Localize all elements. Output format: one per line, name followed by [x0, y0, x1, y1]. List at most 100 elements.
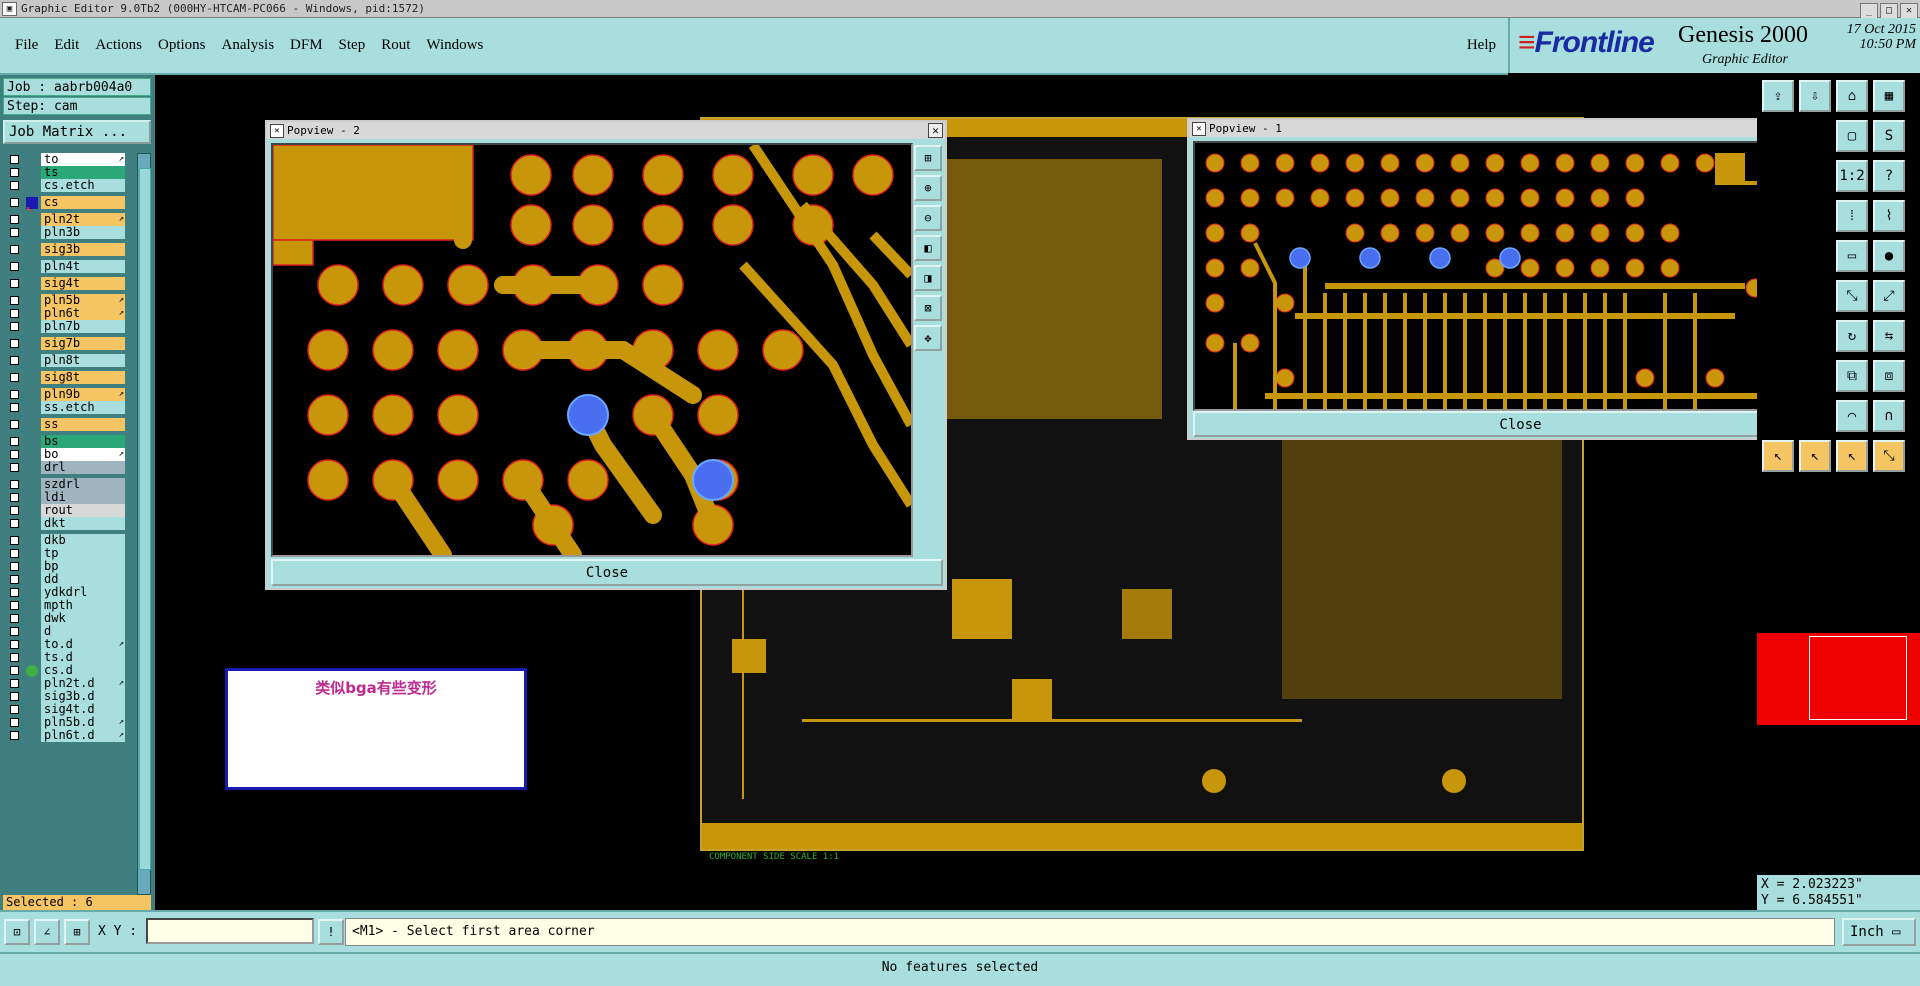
layer-checkbox[interactable]	[10, 666, 19, 675]
layer-checkbox[interactable]	[10, 718, 19, 727]
xy-input[interactable]	[146, 918, 314, 944]
layer-checkbox[interactable]	[10, 403, 19, 412]
layer-checkbox[interactable]	[10, 640, 19, 649]
layer-row[interactable]: pln8t	[3, 354, 133, 368]
grid-icon[interactable]: ▦	[1873, 80, 1905, 112]
layer-row[interactable]: ↖ cs	[3, 196, 133, 215]
layer-checkbox[interactable]	[10, 705, 19, 714]
help-icon[interactable]: ?	[1873, 160, 1905, 192]
layer-name[interactable]: pln4t	[41, 260, 125, 273]
layer-name[interactable]: pln7b	[41, 320, 125, 333]
measure-icon[interactable]: 1:2	[1836, 160, 1868, 192]
layer-checkbox[interactable]	[10, 390, 19, 399]
layer-name[interactable]: dkt	[41, 517, 125, 530]
layer-row[interactable]: sig4t	[3, 277, 133, 291]
duplicate-icon[interactable]: ⧈	[1873, 360, 1905, 392]
layer-checkbox[interactable]	[10, 296, 19, 305]
layer-checkbox[interactable]	[10, 601, 19, 610]
layer-checkbox[interactable]	[10, 731, 19, 740]
layers-icon[interactable]: ▢	[1836, 120, 1868, 152]
layer-row[interactable]: sig3b	[3, 243, 133, 257]
layer-name[interactable]: drl	[41, 461, 125, 474]
rotate-icon[interactable]: ↻	[1836, 320, 1868, 352]
layer-row[interactable]: szdrl	[3, 478, 133, 492]
layer-checkbox[interactable]	[10, 614, 19, 623]
menu-edit[interactable]: Edit	[46, 18, 87, 73]
zoom-area-icon[interactable]: ✥	[914, 325, 942, 351]
zoom-fit-icon[interactable]: ⊞	[914, 145, 942, 171]
layer-scrollbar[interactable]	[137, 153, 151, 895]
layer-row[interactable]: dkt	[3, 517, 133, 531]
popview-2-close-button[interactable]: Close	[271, 559, 943, 586]
layer-row[interactable]: ss.etch	[3, 401, 133, 415]
layer-row[interactable]: rout	[3, 504, 133, 518]
layer-checkbox[interactable]	[10, 519, 19, 528]
layer-row[interactable]: pln7b	[3, 320, 133, 334]
pan-right-icon[interactable]: ◨	[914, 265, 942, 291]
snap-mode-icon[interactable]: ⊡	[4, 919, 30, 945]
layer-name[interactable]: sig7b	[41, 337, 125, 350]
layer-checkbox[interactable]	[10, 493, 19, 502]
connect-icon[interactable]: ⤡	[1836, 280, 1868, 312]
save-icon[interactable]: ⇩	[1799, 80, 1831, 112]
layer-checkbox[interactable]	[10, 506, 19, 515]
layer-name[interactable]: ss	[41, 418, 125, 431]
mirror-icon[interactable]: ⇆	[1873, 320, 1905, 352]
layer-checkbox[interactable]	[10, 536, 19, 545]
layer-name[interactable]: dwk	[41, 612, 125, 625]
layer-row[interactable]: to ↗	[3, 153, 133, 167]
ruler-icon[interactable]: ▭	[1836, 240, 1868, 272]
layer-name[interactable]: cs	[41, 196, 125, 209]
open-icon[interactable]: ⇪	[1762, 80, 1794, 112]
net-icon[interactable]: ⤢	[1873, 280, 1905, 312]
popview-1-close-button[interactable]: Close	[1193, 411, 1848, 437]
arc-icon[interactable]: ⌒	[1836, 400, 1868, 432]
menu-file[interactable]: File	[7, 18, 46, 73]
layer-row[interactable]: drl	[3, 461, 133, 475]
layer-name[interactable]: sig8t	[41, 371, 125, 384]
menu-windows[interactable]: Windows	[418, 18, 491, 73]
layer-name[interactable]: pln3b	[41, 226, 125, 239]
snap-icon[interactable]: S	[1873, 120, 1905, 152]
layer-checkbox[interactable]	[10, 228, 19, 237]
layer-checkbox[interactable]	[10, 679, 19, 688]
popview-2-close-icon[interactable]: ✕	[928, 123, 943, 138]
layer-checkbox[interactable]	[10, 168, 19, 177]
select-pointer-icon[interactable]: ↖	[1762, 440, 1794, 472]
layer-row[interactable]: ss	[3, 418, 133, 432]
layer-name[interactable]: pln8t	[41, 354, 125, 367]
layer-checkbox[interactable]	[10, 420, 19, 429]
menu-actions[interactable]: Actions	[87, 18, 150, 73]
layer-row[interactable]: pln3b	[3, 226, 133, 240]
overview-minimap[interactable]	[1757, 633, 1920, 725]
menu-rout[interactable]: Rout	[373, 18, 418, 73]
layer-checkbox[interactable]	[10, 627, 19, 636]
layer-name[interactable]: ss.etch	[41, 401, 125, 414]
layer-checkbox[interactable]	[10, 549, 19, 558]
layer-checkbox[interactable]	[10, 373, 19, 382]
layer-checkbox[interactable]	[10, 155, 19, 164]
close-window-button[interactable]: ✕	[1900, 3, 1918, 19]
grid-mode-icon[interactable]: ⊞	[64, 919, 90, 945]
scrollbar-thumb[interactable]	[139, 168, 151, 870]
layer-checkbox[interactable]	[10, 279, 19, 288]
layer-checkbox[interactable]	[10, 339, 19, 348]
maximize-button[interactable]: □	[1880, 3, 1898, 19]
layer-checkbox[interactable]	[10, 450, 19, 459]
layer-checkbox[interactable]	[10, 437, 19, 446]
layer-checkbox[interactable]	[10, 262, 19, 271]
layer-name[interactable]: pln6t.d ↗	[41, 729, 125, 742]
minimap-viewport[interactable]	[1809, 636, 1907, 720]
zoom-out-icon[interactable]: ⊖	[914, 205, 942, 231]
pan-left-icon[interactable]: ◧	[914, 235, 942, 261]
zoom-home-icon[interactable]: ⊠	[914, 295, 942, 321]
job-matrix-button[interactable]: Job Matrix ...	[3, 120, 151, 144]
layer-checkbox[interactable]	[10, 356, 19, 365]
pad-icon[interactable]: ●	[1873, 240, 1905, 272]
menu-help[interactable]: Help	[1467, 18, 1508, 73]
layer-checkbox[interactable]	[10, 245, 19, 254]
popview-1-view[interactable]	[1193, 141, 1813, 411]
layer-checkbox[interactable]	[10, 562, 19, 571]
layer-checkbox[interactable]	[10, 309, 19, 318]
layer-row[interactable]: dwk	[3, 612, 133, 626]
